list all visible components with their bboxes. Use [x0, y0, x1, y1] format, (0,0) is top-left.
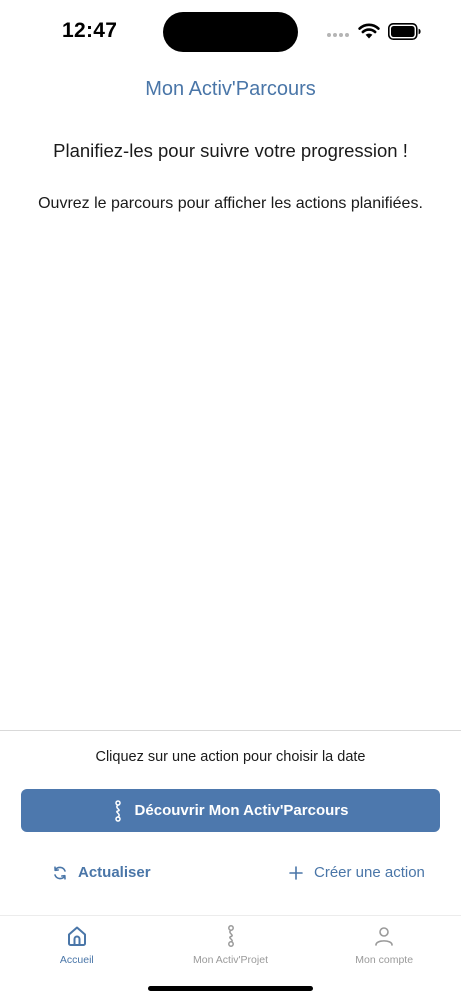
page-title: Mon Activ'Parcours [145, 78, 316, 100]
battery-icon [388, 23, 421, 40]
refresh-icon [54, 865, 66, 880]
user-icon [375, 927, 393, 946]
tab-label: Mon Activ'Projet [193, 954, 268, 966]
app-screen: 12:47 Mon Activ'Parcours Planifiez-les p… [0, 0, 461, 1000]
tab-label: Mon compte [355, 954, 414, 966]
hint-text: Cliquez sur une action pour choisir la d… [95, 749, 366, 765]
divider [0, 730, 461, 731]
create-action-button[interactable]: Créer une action [288, 864, 425, 881]
refresh-button[interactable]: Actualiser [52, 864, 151, 881]
subtitle-text: Planifiez-les pour suivre votre progress… [53, 140, 408, 161]
info-text: Ouvrez le parcours pour afficher les act… [38, 195, 423, 212]
tab-accueil[interactable]: Accueil [0, 916, 154, 976]
cellular-signal-icon [327, 33, 349, 37]
discover-parcours-button[interactable]: Découvrir Mon Activ'Parcours [21, 789, 440, 832]
dynamic-island [163, 12, 298, 52]
tab-mon-compte[interactable]: Mon compte [307, 916, 461, 976]
create-action-label: Créer une action [314, 864, 425, 881]
status-time: 12:47 [62, 19, 118, 42]
tab-mon-activ-projet[interactable]: Mon Activ'Projet [154, 916, 308, 976]
home-indicator[interactable] [148, 986, 313, 991]
wifi-icon [358, 23, 380, 39]
tab-bar: Accueil Mon Activ'Projet Mon compte [0, 916, 461, 976]
discover-button-label: Découvrir Mon Activ'Parcours [134, 802, 349, 819]
status-bar: 12:47 [0, 0, 461, 60]
home-icon [67, 926, 86, 946]
plus-icon [289, 865, 303, 880]
tab-label: Accueil [59, 954, 94, 966]
path-icon [227, 925, 234, 947]
refresh-label: Actualiser [78, 864, 151, 881]
path-icon [114, 799, 121, 822]
